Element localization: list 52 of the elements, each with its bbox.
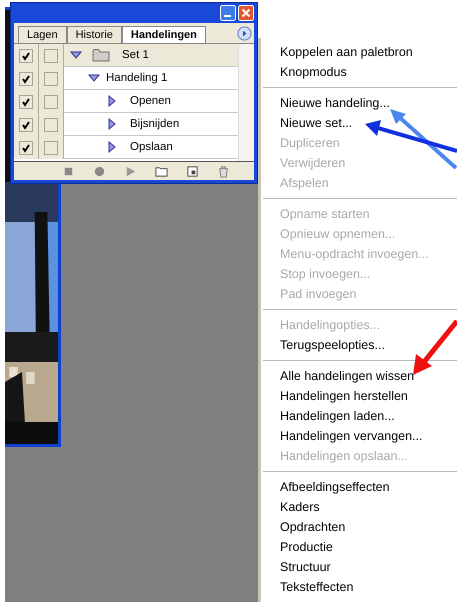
menu-item[interactable]: Nieuwe set...: [261, 113, 457, 133]
menu-item[interactable]: Productie: [261, 537, 457, 557]
action-label: Set 1: [122, 49, 149, 61]
scrollbar[interactable]: [238, 44, 254, 161]
collapsed-triangle-icon[interactable]: [108, 95, 116, 107]
action-label: Bijsnijden: [130, 118, 180, 130]
toggle-checkbox[interactable]: [19, 48, 33, 62]
toggle-checkbox[interactable]: [19, 72, 33, 86]
annotation-arrow: [412, 320, 457, 376]
collapsed-triangle-icon[interactable]: [108, 118, 116, 130]
menu-item[interactable]: Nieuwe handeling...: [261, 93, 457, 113]
action-row[interactable]: Opslaan: [14, 136, 238, 159]
dialog-toggle[interactable]: [44, 48, 58, 62]
menu-item[interactable]: Opdrachten: [261, 517, 457, 537]
dialog-toggle[interactable]: [44, 94, 58, 108]
expanded-triangle-icon[interactable]: [70, 51, 82, 59]
new-item-icon[interactable]: [186, 164, 199, 178]
toggle-checkbox[interactable]: [19, 94, 33, 108]
menu-item[interactable]: Koppelen aan paletbron: [261, 42, 457, 62]
menu-item[interactable]: Handelingen vervangen...: [261, 426, 457, 446]
menu-item[interactable]: Handelingen herstellen: [261, 386, 457, 406]
close-icon[interactable]: [238, 5, 254, 21]
action-row[interactable]: Handeling 1: [14, 67, 238, 90]
dialog-toggle[interactable]: [44, 72, 58, 86]
menu-item[interactable]: Alle handelingen wissen: [261, 366, 457, 386]
panel-tab[interactable]: Lagen: [18, 26, 67, 43]
dialog-toggle[interactable]: [44, 140, 58, 154]
action-row[interactable]: Openen: [14, 90, 238, 113]
panel-menu-icon[interactable]: [237, 26, 252, 40]
record-icon[interactable]: [93, 164, 106, 178]
menu-item[interactable]: Handelingen laden...: [261, 406, 457, 426]
minimize-icon[interactable]: [220, 5, 236, 21]
panel-tab[interactable]: Historie: [66, 26, 122, 43]
folder-icon[interactable]: [155, 164, 168, 178]
action-label: Handeling 1: [106, 72, 168, 84]
action-label: Openen: [130, 95, 171, 107]
action-label: Opslaan: [130, 141, 173, 153]
menu-item[interactable]: Knopmodus: [261, 62, 457, 82]
menu-item[interactable]: Terugspeelopties...: [261, 335, 457, 355]
menu-item[interactable]: Kaders: [261, 497, 457, 517]
menu-item[interactable]: Afbeeldingseffecten: [261, 477, 457, 497]
toggle-checkbox[interactable]: [19, 140, 33, 154]
folder-icon: [92, 48, 110, 62]
trash-icon[interactable]: [217, 164, 230, 178]
menu-item[interactable]: Structuur: [261, 557, 457, 577]
dialog-toggle[interactable]: [44, 118, 58, 132]
panel-tab[interactable]: Handelingen: [122, 26, 206, 43]
toggle-checkbox[interactable]: [19, 118, 33, 132]
action-row[interactable]: Bijsnijden: [14, 113, 238, 136]
expanded-triangle-icon[interactable]: [88, 74, 100, 82]
menu-item[interactable]: Teksteffecten: [261, 577, 457, 597]
collapsed-triangle-icon[interactable]: [108, 141, 116, 153]
